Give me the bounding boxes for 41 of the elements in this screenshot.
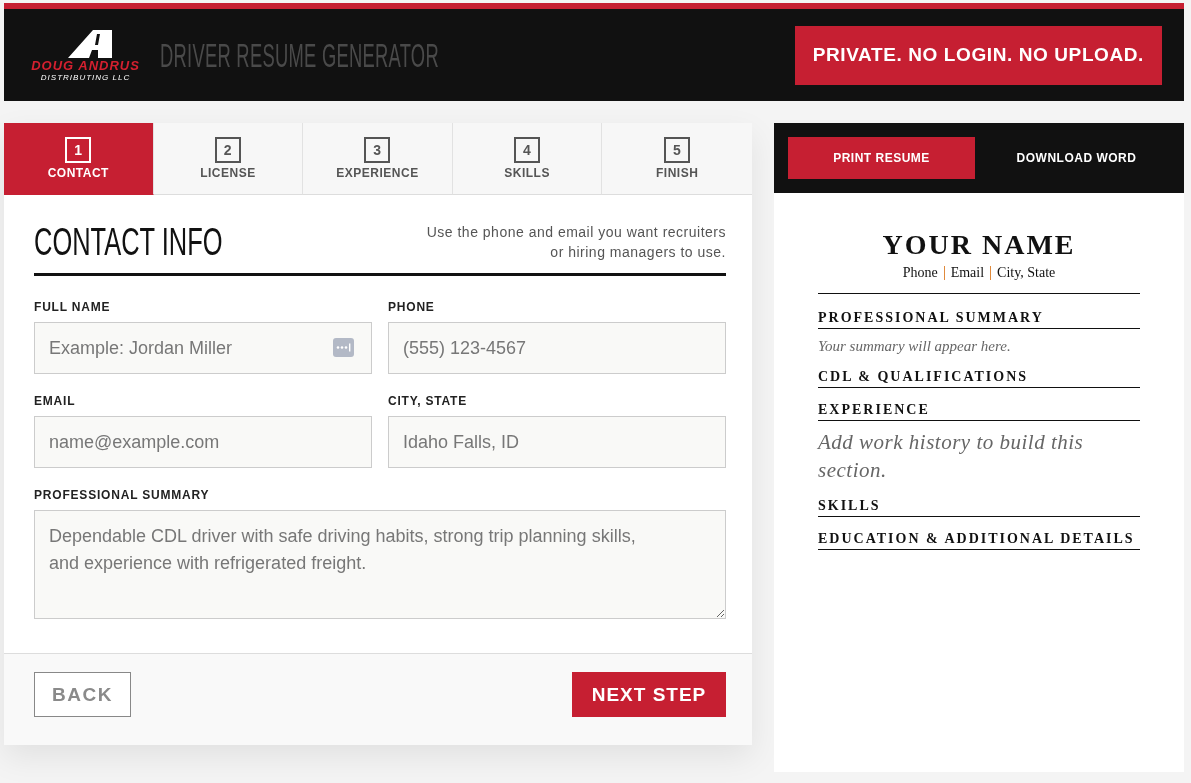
- field-label: PROFESSIONAL SUMMARY: [34, 487, 210, 503]
- input-field[interactable]: Idaho Falls, ID: [388, 416, 726, 468]
- section-hint: Use the phone and email you want recruiters or hiring managers to use.: [425, 223, 726, 262]
- placeholder-note: Your summary will appear here.: [818, 337, 1012, 355]
- step-number: 5: [664, 137, 691, 163]
- step-number: 1: [65, 137, 92, 163]
- input-field[interactable]: Example: Jordan Miller: [34, 322, 372, 374]
- step-tab[interactable]: 3 EXPERIENCE: [303, 123, 453, 195]
- field-label: PHONE: [388, 299, 435, 315]
- resume-name: YOUR NAME: [881, 230, 1077, 260]
- app-title: DRIVER RESUME GENERATOR: [160, 35, 439, 75]
- step-tab[interactable]: 5 FINISH: [602, 123, 752, 195]
- section-heading: EDUCATION & ADDITIONAL DETAILS: [818, 530, 1140, 550]
- section-title: CONTACT INFO: [34, 222, 223, 262]
- section-heading: SKILLS: [818, 497, 1140, 517]
- dots-icon[interactable]: [333, 338, 354, 357]
- section-heading: PROFESSIONAL SUMMARY: [818, 309, 1140, 329]
- input-field[interactable]: name@example.com: [34, 416, 372, 468]
- input-field[interactable]: (555) 123-4567: [388, 322, 726, 374]
- privacy-banner: PRIVATE. NO LOGIN. NO UPLOAD.: [794, 25, 1162, 85]
- print-button[interactable]: PRINT RESUME: [788, 137, 975, 179]
- next-button[interactable]: NEXT STEP: [572, 672, 726, 717]
- section-heading: CDL & QUALIFICATIONS: [818, 368, 1140, 388]
- field-label: FULL NAME: [34, 299, 111, 315]
- logo-icon: [67, 29, 112, 58]
- step-number: 4: [514, 137, 541, 163]
- logo-name: DOUG ANDRUS: [31, 59, 140, 72]
- step-tab[interactable]: 1 CONTACT: [4, 123, 154, 195]
- contact-item: Email: [950, 264, 985, 281]
- logo-subtitle: DISTRIBUTING LLC: [40, 72, 131, 83]
- step-tab[interactable]: 2 LICENSE: [153, 123, 304, 195]
- placeholder-note: Add work history to build this section.: [818, 429, 1085, 484]
- field-label: EMAIL: [34, 393, 76, 409]
- section-heading: EXPERIENCE: [818, 401, 1140, 421]
- step-tab[interactable]: 4 SKILLS: [452, 123, 603, 195]
- contact-item: Phone: [902, 264, 938, 281]
- text-area[interactable]: Dependable CDL driver with safe driving habits, strong trip planning skills, and experience with refrigerated freight.: [34, 510, 726, 619]
- field-label: CITY, STATE: [388, 393, 468, 409]
- step-number: 3: [364, 137, 391, 163]
- step-number: 2: [214, 137, 241, 163]
- contact-item: City, State: [997, 264, 1056, 281]
